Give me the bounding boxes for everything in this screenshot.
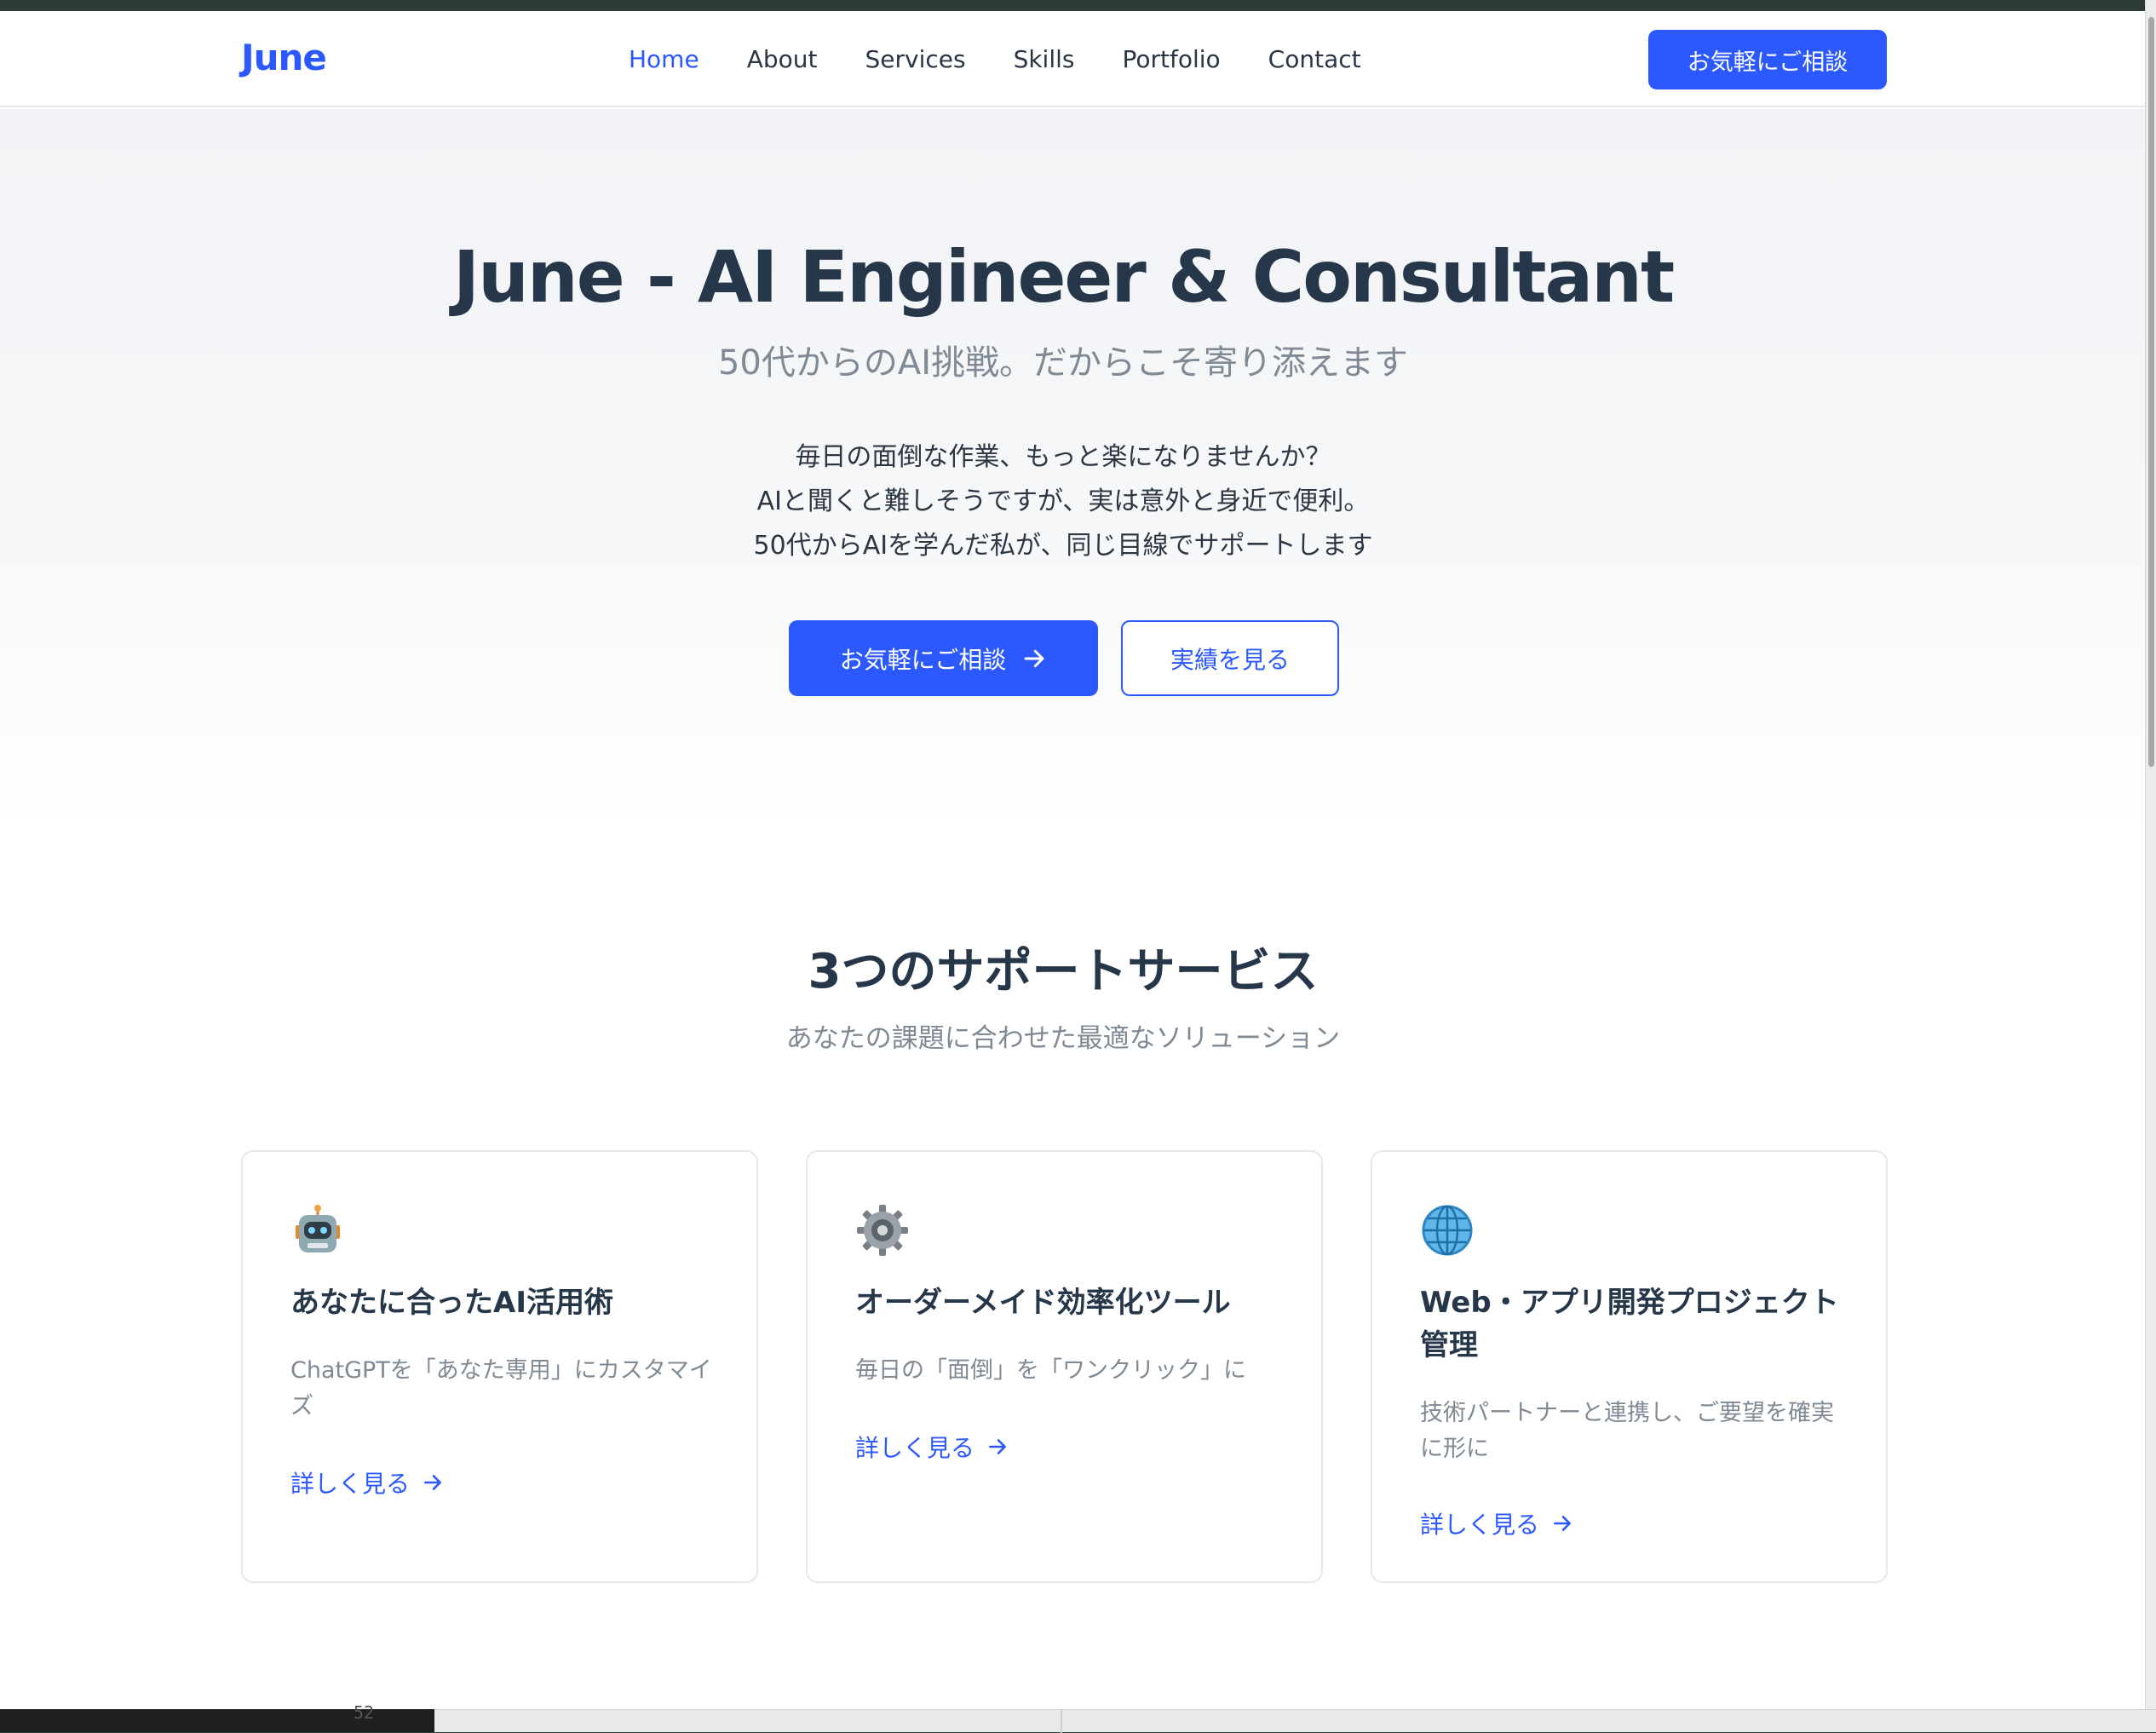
nav-home[interactable]: Home (629, 45, 699, 73)
scrollbar-thumb[interactable] (2148, 17, 2154, 767)
nav-skills[interactable]: Skills (1014, 45, 1075, 73)
hero-subtitle: 50代からのAI挑戦。だからこそ寄り添えます (717, 343, 1409, 383)
globe-icon (1422, 1205, 1473, 1256)
site-logo[interactable]: June (241, 37, 327, 78)
card-title: Web・アプリ開発プロジェクト管理 (1420, 1286, 1839, 1362)
hero-portfolio-button[interactable]: 実績を見る (1121, 620, 1339, 696)
site-header: June Home About Services Skills Portfoli… (0, 11, 2145, 107)
card-more-label: 詳しく見る (855, 1434, 975, 1462)
window-top-strip (0, 0, 2156, 11)
card-more-link[interactable]: 詳しく見る (855, 1430, 1009, 1464)
nav-about[interactable]: About (747, 45, 818, 73)
gear-icon (857, 1205, 908, 1256)
card-more-label: 詳しく見る (1420, 1511, 1540, 1539)
hero-line-2: AIと聞くと難しそうですが、実は意外と身近で便利。 (756, 487, 1370, 516)
services-title: 3つのサポートサービス (808, 944, 1319, 999)
hero-section: June - AI Engineer & Consultant 50代からのAI… (0, 109, 2145, 829)
card-more-link[interactable]: 詳しく見る (1420, 1506, 1573, 1540)
nav-contact[interactable]: Contact (1268, 45, 1361, 73)
card-more-label: 詳しく見る (290, 1470, 411, 1498)
arrow-right-icon (1024, 649, 1044, 667)
editor-divider (1061, 1710, 1062, 1733)
nav-portfolio[interactable]: Portfolio (1122, 45, 1220, 73)
hero-description: 毎日の面倒な作業、もっと楽になりませんか？ AIと聞くと難しそうですが、実は意外… (0, 435, 2126, 568)
card-description: 技術パートナーと連携し、ご要望を確実に形に (1420, 1400, 1834, 1462)
browser-page: June Home About Services Skills Portfoli… (0, 11, 2145, 1709)
robot-icon (296, 1205, 340, 1252)
services-subtitle: あなたの課題に合わせた最適なソリューション (785, 1023, 1341, 1054)
hero-line-1: 毎日の面倒な作業、もっと楽になりませんか？ (795, 442, 1331, 472)
hero-line-3: 50代からAIを学んだ私が、同じ目線でサポートします (753, 531, 1373, 561)
hero-consult-button[interactable]: お気軽にご相談 (789, 620, 1098, 696)
arrow-right-icon (424, 1475, 441, 1490)
hero-consult-label: お気軽にご相談 (839, 645, 1007, 674)
card-title: オーダーメイド効率化ツール (855, 1286, 1231, 1320)
card-description: 毎日の「面倒」を「ワンクリック」に (855, 1357, 1246, 1384)
arrow-right-icon (989, 1439, 1006, 1454)
main-nav: Home About Services Skills Portfolio Con… (629, 45, 1409, 73)
nav-services[interactable]: Services (865, 45, 965, 73)
header-consult-button[interactable]: お気軽にご相談 (1648, 30, 1887, 89)
card-more-link[interactable]: 詳しく見る (290, 1465, 444, 1500)
page-scrollbar[interactable] (2145, 0, 2156, 1709)
service-card-ai: あなたに合ったAI活用術 ChatGPTを「あなた専用」にカスタマイズ 詳しく見… (241, 1150, 758, 1583)
hero-title: June - AI Engineer & Consultant (452, 235, 1675, 319)
arrow-right-icon (1554, 1516, 1571, 1531)
card-title: あなたに合ったAI活用術 (290, 1286, 613, 1320)
editor-line-number: 52 (354, 1702, 375, 1723)
service-card-tools: オーダーメイド効率化ツール 毎日の「面倒」を「ワンクリック」に 詳しく見る (806, 1150, 1323, 1583)
editor-area-strip (434, 1709, 2156, 1733)
service-card-web: Web・アプリ開発プロジェクト管理 技術パートナーと連携し、ご要望を確実に形に … (1371, 1150, 1888, 1583)
card-description: ChatGPTを「あなた専用」にカスタマイズ (290, 1357, 712, 1419)
